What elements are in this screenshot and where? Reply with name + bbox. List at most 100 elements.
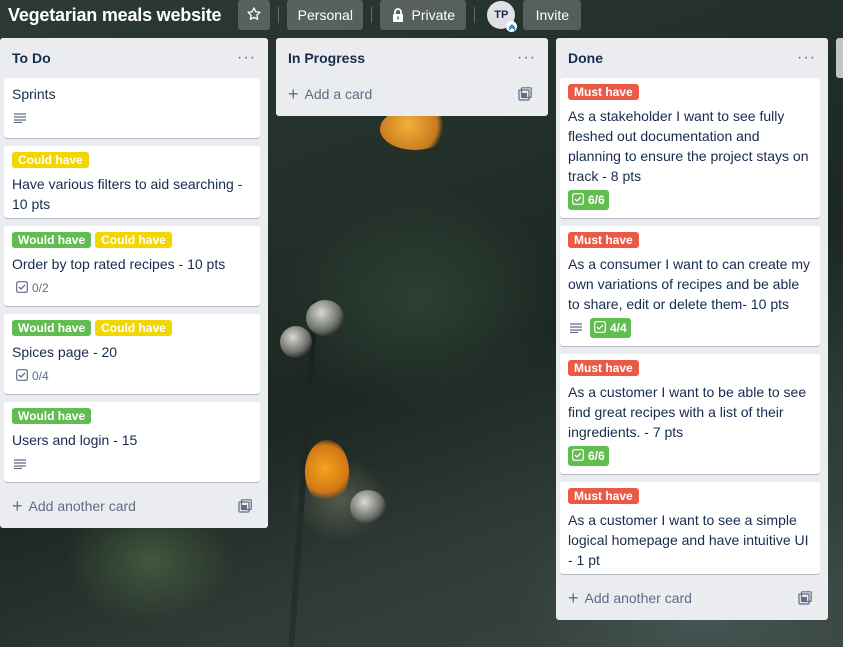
label-would-have[interactable]: Would have [12, 408, 92, 424]
checklist-count: 0/4 [32, 369, 49, 383]
background-stem [287, 300, 319, 647]
label-could-have[interactable]: Could have [95, 320, 172, 336]
label-would-have[interactable]: Would have [12, 320, 92, 336]
card-title: As a stakeholder I want to see fully fle… [568, 108, 809, 184]
checklist-count: 0/2 [32, 281, 49, 295]
card-badges: 0/4 [12, 366, 252, 386]
checklist-icon [572, 192, 584, 208]
add-another-card-button[interactable]: + Add another card [560, 584, 820, 612]
background-bud [350, 490, 386, 524]
checklist-badge: 6/6 [568, 190, 609, 210]
add-card-label: Add another card [584, 590, 692, 606]
list-in-progress: In Progress ··· + Add a card [276, 38, 548, 116]
checklist-icon [16, 280, 28, 296]
card[interactable]: Must have As a customer I want to be abl… [560, 354, 820, 474]
card-labels: Would have [12, 408, 252, 424]
card-title: As a customer I want to be able to see f… [568, 384, 807, 440]
card[interactable]: Must have As a customer I want to see a … [560, 482, 820, 574]
card-labels: Could have [12, 152, 252, 168]
lock-icon [392, 8, 404, 22]
list-title[interactable]: Done [568, 50, 603, 66]
label-must-have[interactable]: Must have [568, 360, 639, 376]
description-icon [12, 459, 28, 469]
template-icon[interactable] [238, 499, 252, 513]
checklist-count: 6/6 [588, 449, 605, 463]
checklist-badge: 4/4 [590, 318, 631, 338]
background-flower [305, 440, 349, 504]
member-initials: TP [494, 9, 509, 21]
more-icon[interactable]: ··· [517, 50, 536, 66]
star-icon [246, 6, 262, 25]
card-badges: 6/6 [568, 446, 812, 466]
card-badges: 0/2 [12, 278, 252, 298]
card-labels: Would have Could have [12, 232, 252, 248]
card[interactable]: Must have As a consumer I want to can cr… [560, 226, 820, 346]
checklist-icon [572, 448, 584, 464]
checklist-count: 4/4 [610, 321, 627, 335]
star-button[interactable] [238, 0, 271, 30]
description-icon [568, 323, 584, 333]
label-could-have[interactable]: Could have [12, 152, 89, 168]
admin-chevron-icon [506, 21, 518, 32]
card-badges: 4/4 [568, 318, 812, 338]
label-would-have[interactable]: Would have [12, 232, 92, 248]
card-title: Spices page - 20 [12, 344, 118, 360]
card[interactable]: Would have Could have Spices page - 20 0… [4, 314, 260, 394]
card-labels: Would have Could have [12, 320, 252, 336]
card[interactable]: Must have As a stakeholder I want to see… [560, 78, 820, 218]
visibility-label: Private [411, 7, 456, 23]
card-title: Users and login - 15 [12, 432, 138, 448]
label-could-have[interactable]: Could have [95, 232, 172, 248]
card[interactable]: Would have Could have Order by top rated… [4, 226, 260, 306]
card[interactable]: Sprints [4, 78, 260, 138]
background-bud [280, 326, 312, 358]
next-list-edge[interactable] [836, 38, 843, 78]
list-header: To Do ··· [0, 38, 268, 78]
plus-icon: + [12, 496, 23, 516]
label-must-have[interactable]: Must have [568, 488, 639, 504]
card[interactable]: Could have Have various filters to aid s… [4, 146, 260, 218]
invite-button[interactable]: Invite [523, 0, 582, 30]
more-icon[interactable]: ··· [237, 50, 256, 66]
plus-icon: + [288, 84, 299, 104]
checklist-badge: 0/4 [12, 366, 53, 386]
checklist-icon [594, 320, 606, 336]
list-title[interactable]: To Do [12, 50, 51, 66]
add-card-button[interactable]: + Add a card [280, 80, 540, 108]
list-done: Done ··· Must have As a stakeholder I wa… [556, 38, 828, 620]
card-badges [12, 108, 252, 128]
plus-icon: + [568, 588, 579, 608]
card-labels: Must have [568, 360, 812, 376]
list-title[interactable]: In Progress [288, 50, 365, 66]
card-labels: Must have [568, 232, 812, 248]
header-divider [278, 7, 280, 23]
member-avatar[interactable]: TP [487, 1, 518, 32]
card-title: Sprints [12, 86, 56, 102]
background-bud [306, 300, 344, 336]
checklist-badge: 0/2 [12, 278, 53, 298]
card-title: Have various filters to aid searching - … [12, 176, 243, 212]
add-card-label: Add another card [28, 498, 136, 514]
description-icon [12, 113, 28, 123]
team-button[interactable]: Personal [287, 0, 364, 30]
board-header: Vegetarian meals website Personal Privat… [0, 0, 843, 32]
visibility-button[interactable]: Private [380, 0, 467, 30]
label-must-have[interactable]: Must have [568, 232, 639, 248]
list-header: In Progress ··· [276, 38, 548, 78]
card-badges: 6/6 [568, 190, 812, 210]
board-title[interactable]: Vegetarian meals website [0, 0, 229, 30]
template-icon[interactable] [518, 87, 532, 101]
card-badges [12, 454, 252, 474]
card-labels: Must have [568, 84, 812, 100]
card-title: As a consumer I want to can create my ow… [568, 256, 810, 312]
card-title: Order by top rated recipes - 10 pts [12, 256, 226, 272]
card[interactable]: Would have Users and login - 15 [4, 402, 260, 482]
more-icon[interactable]: ··· [797, 50, 816, 66]
header-divider [474, 7, 476, 23]
checklist-count: 6/6 [588, 193, 605, 207]
add-card-label: Add a card [304, 86, 373, 102]
template-icon[interactable] [798, 591, 812, 605]
label-must-have[interactable]: Must have [568, 84, 639, 100]
header-divider [371, 7, 373, 23]
add-another-card-button[interactable]: + Add another card [4, 492, 260, 520]
